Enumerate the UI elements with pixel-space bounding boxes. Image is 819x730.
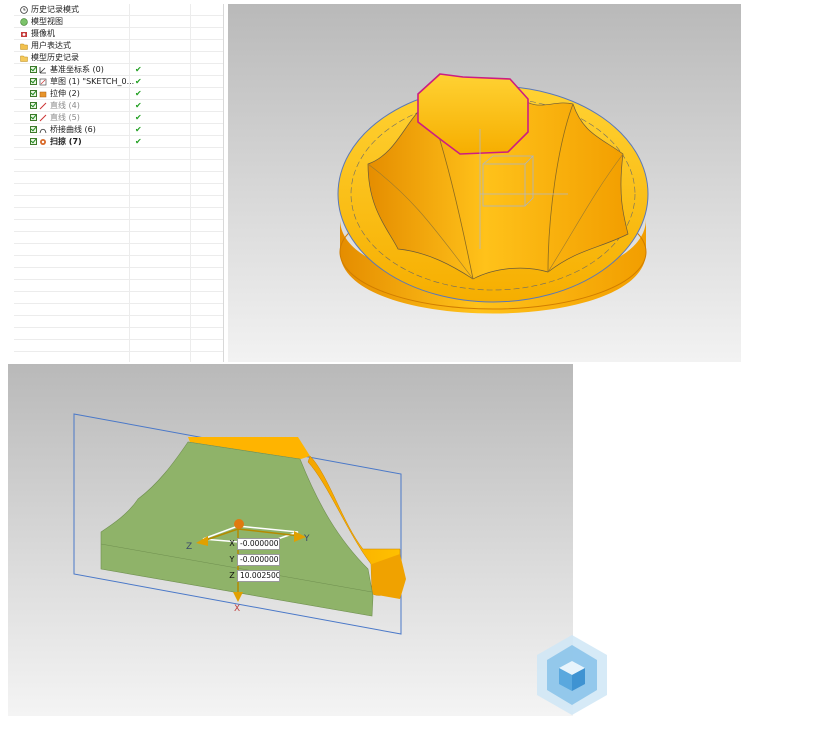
visibility-checkbox[interactable] (30, 66, 37, 73)
folder-icon (20, 43, 28, 50)
tree-grid-line (14, 279, 223, 280)
up-to-date-check-icon: ✔ (135, 137, 142, 146)
tree-grid-line (14, 231, 223, 232)
tree-grid-line (14, 255, 223, 256)
up-to-date-check-icon: ✔ (135, 65, 142, 74)
line-icon (39, 114, 47, 122)
graphics-viewport-3d[interactable] (228, 4, 741, 362)
section-view-render: Z Y X (73, 413, 406, 635)
tree-node-label: 直线 (5) (50, 113, 80, 122)
visibility-checkbox[interactable] (30, 78, 37, 85)
tree-node[interactable]: 直线 (4) ✔ (14, 100, 223, 112)
tree-node-label: 拉伸 (2) (50, 89, 80, 98)
tree-node-label: 历史记录模式 (31, 5, 79, 14)
tree-grid-line (14, 315, 223, 316)
clock-icon (20, 6, 28, 14)
tree-node[interactable]: 桥接曲线 (6) ✔ (14, 124, 223, 136)
z-axis-label: Z (186, 542, 192, 552)
coordinate-input-dialog: X -0.000000 Y -0.000000 Z 10.002500 (227, 537, 282, 585)
tree-node[interactable]: 模型视图 (14, 16, 223, 28)
visibility-checkbox[interactable] (30, 90, 37, 97)
tree-grid-line (14, 219, 223, 220)
line-icon (39, 102, 47, 110)
tree-node[interactable]: 摄像机 (14, 28, 223, 40)
x-coordinate-input[interactable]: -0.000000 (237, 538, 280, 550)
sweep-part-render (337, 73, 649, 314)
tree-grid-line (14, 171, 223, 172)
tree-grid-line (14, 183, 223, 184)
tree-node-label: 模型历史记录 (31, 53, 79, 62)
visibility-checkbox[interactable] (30, 138, 37, 145)
up-to-date-check-icon: ✔ (135, 125, 142, 134)
z-coordinate-row: Z 10.002500 (227, 569, 282, 583)
up-to-date-check-icon: ✔ (135, 77, 142, 86)
y-coordinate-label: Y (229, 555, 235, 564)
up-to-date-check-icon: ✔ (135, 113, 142, 122)
y-axis-label: Y (303, 534, 310, 544)
up-to-date-check-icon: ✔ (135, 89, 142, 98)
model-view-icon (20, 18, 28, 26)
tree-grid-line (14, 159, 223, 160)
datum-csys-icon (39, 67, 46, 74)
tree-node-label: 扫掠 (7) (50, 137, 82, 146)
visibility-checkbox[interactable] (30, 126, 37, 133)
tree-node[interactable]: 用户表达式 (14, 40, 223, 52)
tree-node[interactable]: 扫掠 (7) ✔ (14, 136, 223, 148)
cube-logo-icon (537, 635, 607, 715)
extrude-icon (39, 91, 47, 98)
x-axis-label: X (234, 604, 240, 614)
tree-node[interactable]: 直线 (5) ✔ (14, 112, 223, 124)
tree-node-label: 直线 (4) (50, 101, 80, 110)
sweep-icon (40, 139, 46, 145)
part-navigator-tree: 历史记录模式 模型视图 摄像机 用户表达式 模型历史记录 基准坐标系 (0) ✔ 草图 (1)… (14, 4, 224, 362)
tree-node[interactable]: 模型历史记录 (14, 52, 223, 64)
visibility-checkbox[interactable] (30, 102, 37, 109)
tree-grid-line (14, 327, 223, 328)
sketch-icon (39, 78, 47, 86)
tree-grid-line (14, 267, 223, 268)
tree-node[interactable]: 拉伸 (2) ✔ (14, 88, 223, 100)
tree-grid-line (14, 303, 223, 304)
z-coordinate-input[interactable]: 10.002500 (237, 570, 280, 582)
graphics-viewport-section[interactable]: Z Y X (8, 364, 573, 716)
tree-grid-line (14, 351, 223, 352)
tree-node-label: 基准坐标系 (0) (50, 65, 104, 74)
tree-grid-line (14, 195, 223, 196)
tree-node-label: 用户表达式 (31, 41, 71, 50)
tree-grid-line (14, 243, 223, 244)
tree-grid-line (14, 339, 223, 340)
tree-node[interactable]: 历史记录模式 (14, 4, 223, 16)
y-coordinate-row: Y -0.000000 (227, 553, 282, 567)
visibility-checkbox[interactable] (30, 114, 37, 121)
tree-node[interactable]: 草图 (1) "SKETCH_0... ✔ (14, 76, 223, 88)
bridge-curve-icon (39, 128, 47, 134)
tree-node-label: 模型视图 (31, 17, 63, 26)
z-coordinate-label: Z (229, 571, 235, 580)
tree-grid-line (14, 291, 223, 292)
up-to-date-check-icon: ✔ (135, 101, 142, 110)
x-coordinate-label: X (229, 539, 235, 548)
tree-node-label: 草图 (1) "SKETCH_0... (50, 77, 135, 86)
tree-grid-line (14, 207, 223, 208)
y-coordinate-input[interactable]: -0.000000 (237, 554, 280, 566)
tree-node-label: 摄像机 (31, 29, 55, 38)
tree-node-label: 桥接曲线 (6) (50, 125, 96, 134)
x-coordinate-row: X -0.000000 (227, 537, 282, 551)
tree-node[interactable]: 基准坐标系 (0) ✔ (14, 64, 223, 76)
folder-open-icon (20, 55, 28, 62)
camera-icon (21, 32, 27, 37)
